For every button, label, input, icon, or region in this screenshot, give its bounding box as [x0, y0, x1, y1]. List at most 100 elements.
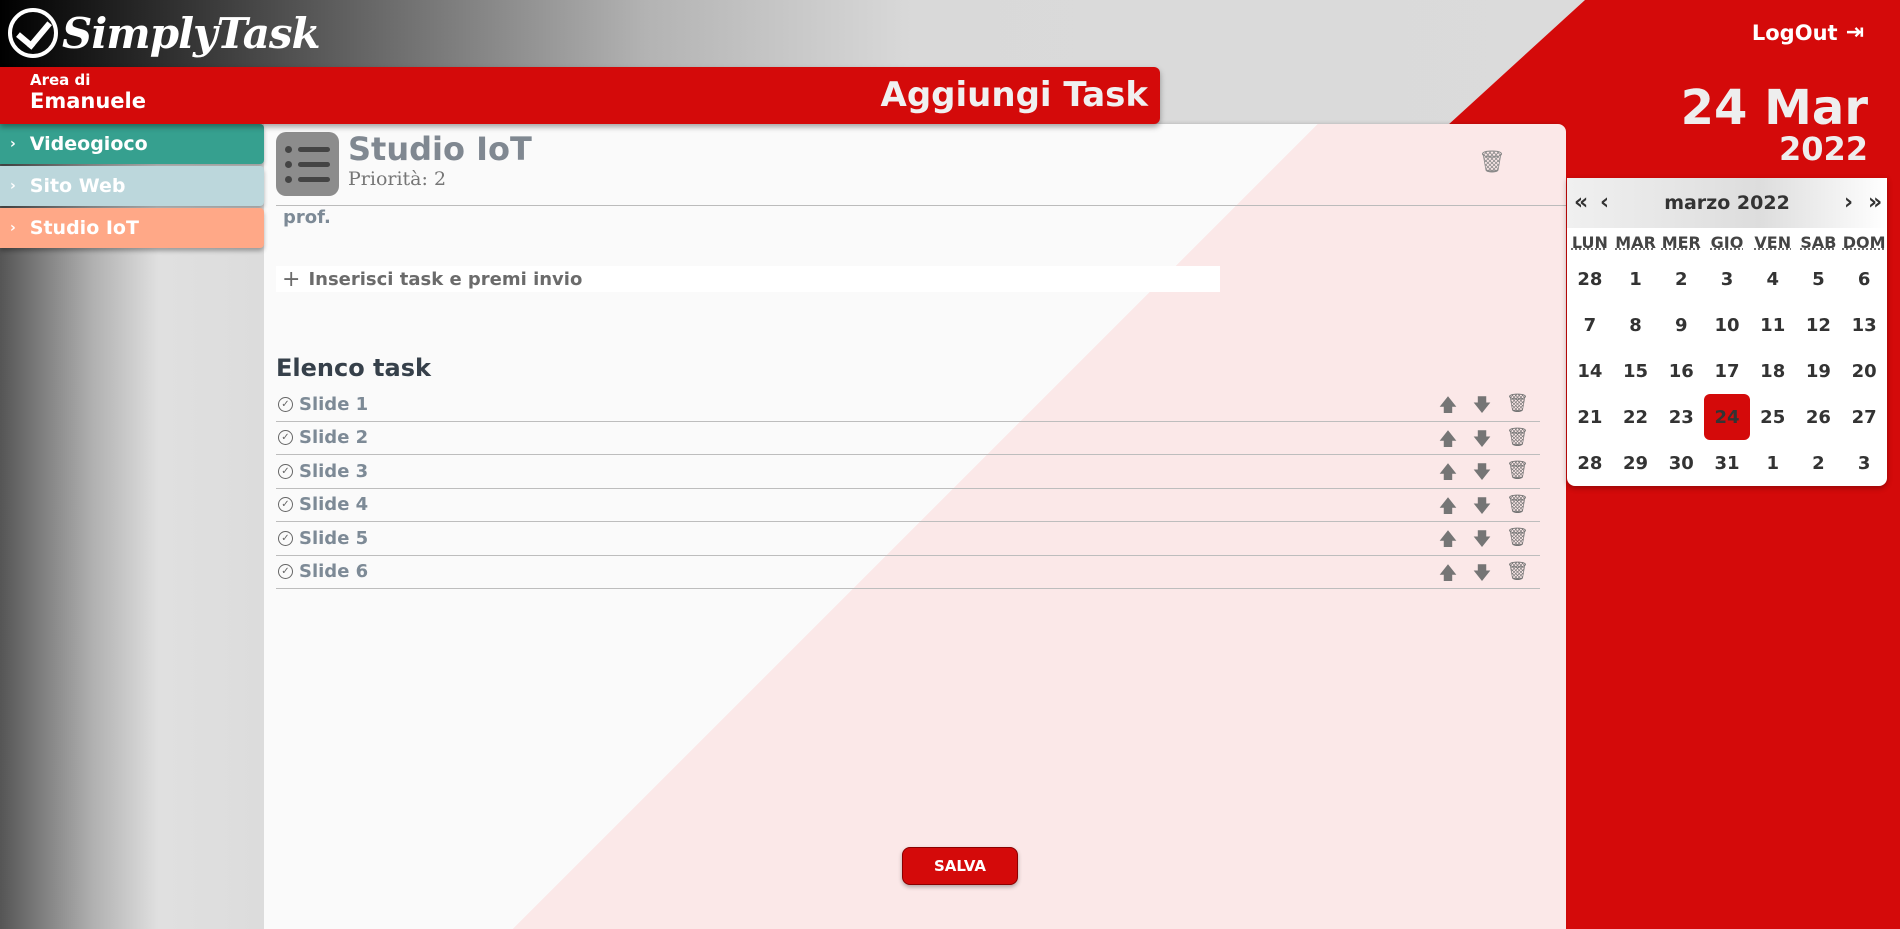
calendar-day[interactable]: 5: [1796, 256, 1842, 302]
check-circle-icon[interactable]: ✓: [278, 396, 293, 412]
check-circle-icon[interactable]: ✓: [278, 430, 293, 446]
arrow-up-icon[interactable]: 🡅: [1438, 561, 1458, 591]
next-month-button[interactable]: ›: [1844, 190, 1853, 215]
calendar-day[interactable]: 28: [1567, 440, 1613, 486]
list-icon: [276, 132, 339, 196]
calendar-day[interactable]: 8: [1613, 302, 1659, 348]
task-row: ✓ Slide 3 🡅 🡇 🗑: [276, 455, 1540, 489]
calendar-day[interactable]: 29: [1613, 440, 1659, 486]
calendar-day[interactable]: 18: [1750, 348, 1796, 394]
logout-button[interactable]: LogOut ⇥: [1752, 20, 1864, 45]
logo: SimplyTask: [8, 6, 321, 60]
calendar-day[interactable]: 1: [1613, 256, 1659, 302]
calendar-day[interactable]: 22: [1613, 394, 1659, 440]
task-label: Slide 5: [299, 527, 369, 549]
calendar-nav: « ‹ marzo 2022 › »: [1567, 178, 1887, 228]
trash-icon[interactable]: 🗑: [1506, 494, 1529, 524]
calendar: « ‹ marzo 2022 › » LUN MAR MER GIO VEN S…: [1567, 178, 1887, 486]
calendar-day[interactable]: 21: [1567, 394, 1613, 440]
calendar-day[interactable]: 11: [1750, 302, 1796, 348]
check-circle-icon[interactable]: ✓: [278, 530, 293, 546]
calendar-day[interactable]: 3: [1704, 256, 1750, 302]
calendar-day[interactable]: 23: [1658, 394, 1704, 440]
trash-icon[interactable]: 🗑: [1506, 527, 1529, 557]
calendar-day[interactable]: 27: [1841, 394, 1887, 440]
sidebar-item-label: Videogioco: [29, 133, 148, 155]
calendar-day[interactable]: 28: [1567, 256, 1613, 302]
calendar-day[interactable]: 16: [1658, 348, 1704, 394]
task-label: Slide 3: [299, 460, 369, 482]
task-label: Slide 4: [299, 494, 369, 516]
arrow-up-icon[interactable]: 🡅: [1438, 527, 1458, 557]
task-list: ✓ Slide 1 🡅 🡇 🗑 ✓ Slide 2 🡅 🡇 🗑 ✓ Slide …: [276, 388, 1540, 589]
project-panel: Studio IoT Priorità: 2 🗑 prof. + Inseris…: [264, 124, 1566, 929]
project-title: Studio IoT: [348, 130, 532, 168]
save-button[interactable]: SALVA: [902, 847, 1018, 885]
current-year: 2022: [1778, 130, 1868, 168]
arrow-up-icon[interactable]: 🡅: [1438, 393, 1458, 423]
sidebar-item-videogioco[interactable]: › Videogioco: [0, 124, 264, 164]
calendar-day[interactable]: 26: [1796, 394, 1842, 440]
weekday: SAB: [1800, 232, 1837, 252]
trash-icon[interactable]: 🗑: [1506, 561, 1529, 591]
calendar-day[interactable]: 20: [1841, 348, 1887, 394]
task-label: Slide 2: [299, 427, 369, 449]
task-row: ✓ Slide 1 🡅 🡇 🗑: [276, 388, 1540, 422]
calendar-days: 28 1 2 3 4 5 6 7 8 9 10 11 12 13 14 15 16 17 18 19 20 21 22 23 2…: [1567, 256, 1887, 486]
next-year-button[interactable]: »: [1868, 190, 1882, 215]
task-row: ✓ Slide 5 🡅 🡇 🗑: [276, 522, 1540, 556]
calendar-weekdays: LUN MAR MER GIO VEN SAB DOM: [1567, 228, 1887, 256]
sidebar-item-sito-web[interactable]: › Sito Web: [0, 166, 264, 206]
user-name: Emanuele: [30, 89, 146, 113]
arrow-down-icon[interactable]: 🡇: [1472, 561, 1492, 591]
delete-project-trash-icon[interactable]: 🗑: [1478, 150, 1506, 175]
calendar-day[interactable]: 25: [1750, 394, 1796, 440]
arrow-down-icon[interactable]: 🡇: [1472, 460, 1492, 490]
calendar-day[interactable]: 14: [1567, 348, 1613, 394]
new-task-placeholder: Inserisci task e premi invio: [308, 268, 583, 290]
calendar-day[interactable]: 4: [1750, 256, 1796, 302]
arrow-up-icon[interactable]: 🡅: [1438, 427, 1458, 457]
arrow-down-icon[interactable]: 🡇: [1472, 527, 1492, 557]
sidebar-item-label: Sito Web: [29, 175, 126, 197]
trash-icon[interactable]: 🗑: [1506, 427, 1529, 457]
calendar-day[interactable]: 30: [1658, 440, 1704, 486]
calendar-day[interactable]: 19: [1796, 348, 1842, 394]
check-circle-icon[interactable]: ✓: [278, 497, 293, 513]
new-task-input[interactable]: + Inserisci task e premi invio: [276, 266, 1220, 292]
calendar-day[interactable]: 31: [1704, 440, 1750, 486]
calendar-day[interactable]: 17: [1704, 348, 1750, 394]
calendar-day[interactable]: 24: [1704, 394, 1750, 440]
arrow-up-icon[interactable]: 🡅: [1438, 494, 1458, 524]
calendar-day[interactable]: 7: [1567, 302, 1613, 348]
arrow-down-icon[interactable]: 🡇: [1472, 393, 1492, 423]
task-list-header: Elenco task: [276, 354, 431, 382]
arrow-up-icon[interactable]: 🡅: [1438, 460, 1458, 490]
calendar-day[interactable]: 15: [1613, 348, 1659, 394]
calendar-day[interactable]: 13: [1841, 302, 1887, 348]
page-title: Aggiungi Task: [880, 75, 1148, 115]
arrow-down-icon[interactable]: 🡇: [1472, 427, 1492, 457]
calendar-day[interactable]: 2: [1796, 440, 1842, 486]
calendar-month-label[interactable]: marzo 2022: [1567, 192, 1887, 214]
check-circle-icon[interactable]: ✓: [278, 564, 293, 580]
calendar-day[interactable]: 6: [1841, 256, 1887, 302]
weekday: LUN: [1571, 232, 1608, 252]
user-bar: Area di Emanuele Aggiungi Task: [0, 67, 1160, 124]
check-circle-icon: [8, 8, 58, 58]
trash-icon[interactable]: 🗑: [1506, 393, 1529, 423]
project-description: prof.: [283, 207, 331, 228]
calendar-day[interactable]: 9: [1658, 302, 1704, 348]
trash-icon[interactable]: 🗑: [1506, 460, 1529, 490]
calendar-day[interactable]: 10: [1704, 302, 1750, 348]
sidebar-item-studio-iot[interactable]: › Studio IoT: [0, 208, 264, 248]
calendar-day[interactable]: 1: [1750, 440, 1796, 486]
calendar-day[interactable]: 12: [1796, 302, 1842, 348]
calendar-day[interactable]: 3: [1841, 440, 1887, 486]
chevron-right-icon: ›: [10, 136, 16, 152]
check-circle-icon[interactable]: ✓: [278, 463, 293, 479]
plus-icon: +: [282, 266, 301, 292]
weekday: GIO: [1710, 232, 1744, 252]
arrow-down-icon[interactable]: 🡇: [1472, 494, 1492, 524]
calendar-day[interactable]: 2: [1658, 256, 1704, 302]
